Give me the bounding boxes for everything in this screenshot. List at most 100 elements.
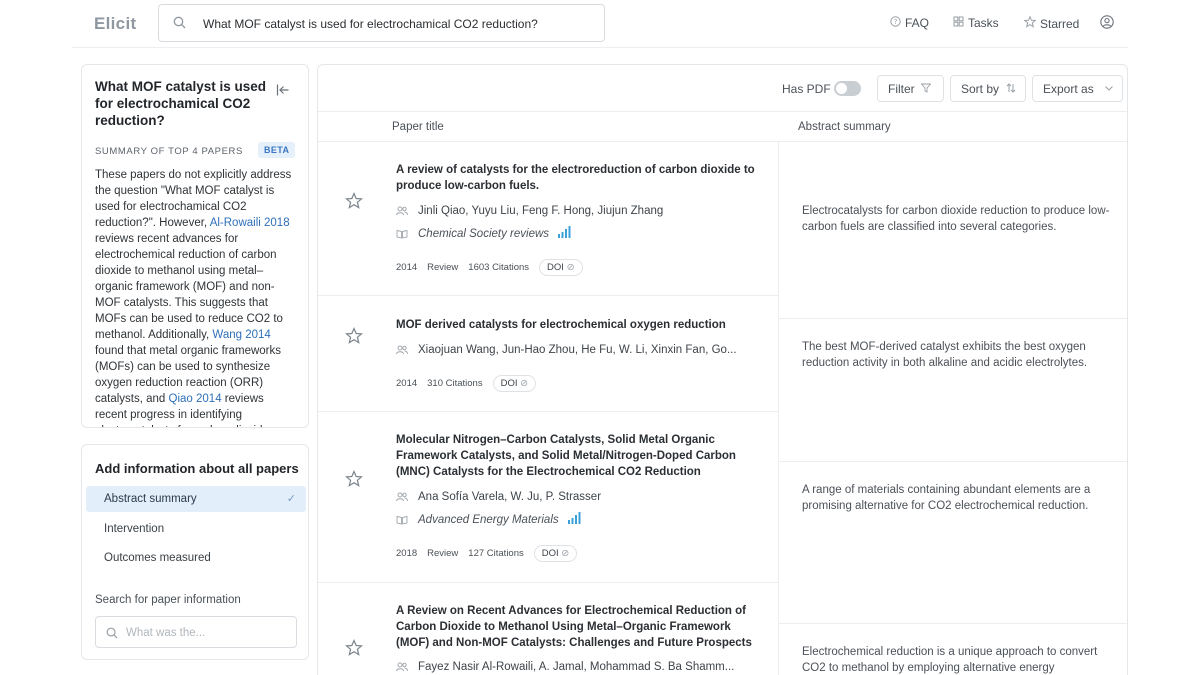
search-icon: [106, 626, 118, 644]
citation-link-wang[interactable]: Wang 2014: [212, 329, 270, 341]
sort-icon: [1003, 83, 1016, 96]
faq-link[interactable]: ? FAQ: [890, 16, 929, 30]
add-info-title: Add information about all papers: [95, 461, 299, 476]
toggle-knob: [836, 83, 847, 94]
abstract-summary-cell: The best MOF-derived catalyst exhibits t…: [802, 341, 1088, 369]
paper-authors: Jinli Qiao, Yuyu Liu, Feng F. Hong, Jiuj…: [396, 205, 663, 217]
paper-year: 2014: [396, 378, 418, 389]
doi-link[interactable]: DOI ⊘: [539, 259, 583, 276]
toolbar-divider: [318, 111, 1127, 112]
check-icon: ✓: [286, 493, 296, 505]
paper-title-link[interactable]: A review of catalysts for the electrored…: [396, 162, 756, 194]
people-icon: [396, 662, 418, 672]
row-divider: [778, 623, 1127, 624]
paper-title-link[interactable]: Molecular Nitrogen–Carbon Catalysts, Sol…: [396, 432, 741, 480]
authors-text: Ana Sofía Varela, W. Ju, P. Strasser: [418, 491, 602, 503]
abstract-summary-cell: Electrochemical reduction is a unique ap…: [802, 646, 1098, 674]
paper-tags: 2018 Review 127 Citations DOI ⊘: [396, 545, 578, 562]
paper-tags: 2014 Review 1603 Citations DOI ⊘: [396, 259, 583, 276]
paper-citations[interactable]: 1603 Citations: [468, 262, 529, 273]
star-paper-button[interactable]: [344, 470, 364, 493]
has-pdf-toggle[interactable]: [834, 81, 861, 96]
book-icon: [396, 229, 418, 239]
column-option-label: Abstract summary: [104, 493, 197, 505]
paper-info-search-box[interactable]: [95, 616, 297, 648]
column-header-paper-title[interactable]: Paper title: [392, 121, 444, 133]
paper-type: Review: [427, 548, 459, 559]
results-panel: Has PDF Filter Sort by Export as Paper t…: [317, 64, 1128, 675]
column-option-label: Outcomes measured: [104, 552, 211, 564]
column-divider: [778, 142, 779, 675]
star-paper-button[interactable]: [344, 639, 364, 662]
header-divider: [318, 141, 1127, 142]
authors-text: Fayez Nasir Al-Rowaili, A. Jamal, Mohamm…: [418, 661, 735, 673]
paper-citations[interactable]: 127 Citations: [468, 548, 523, 559]
bar-chart-icon: [567, 512, 581, 527]
column-option-label: Intervention: [104, 523, 165, 535]
doi-label: DOI: [541, 548, 559, 559]
paper-journal: Advanced Energy Materials: [396, 512, 581, 527]
book-icon: [396, 515, 418, 525]
search-input[interactable]: [203, 14, 593, 34]
search-icon: [173, 16, 186, 34]
link-icon: ⊘: [566, 262, 575, 273]
user-avatar[interactable]: [1100, 15, 1114, 32]
doi-label: DOI: [500, 378, 518, 389]
authors-text: Xiaojuan Wang, Jun-Hao Zhou, He Fu, W. L…: [418, 344, 737, 356]
filter-icon: [919, 83, 932, 96]
paper-tags: 2014 310 Citations DOI ⊘: [396, 375, 537, 392]
help-circle-icon: ?: [890, 16, 901, 30]
column-option-intervention[interactable]: Intervention: [86, 516, 306, 542]
doi-label: DOI: [547, 262, 564, 273]
doi-link[interactable]: DOI ⊘: [533, 545, 578, 562]
star-paper-button[interactable]: [344, 327, 364, 350]
export-as-button[interactable]: Export as: [1032, 75, 1123, 102]
column-option-outcomes-measured[interactable]: Outcomes measured: [86, 545, 306, 571]
journal-text: Advanced Energy Materials: [418, 513, 559, 526]
column-option-abstract-summary[interactable]: Abstract summary ✓: [86, 486, 306, 512]
abstract-summary-cell: A range of materials containing abundant…: [802, 484, 1091, 512]
row-divider: [318, 411, 778, 412]
app-logo[interactable]: Elicit: [94, 14, 136, 34]
summary-panel: What MOF catalyst is used for electrocha…: [81, 64, 309, 428]
filter-button[interactable]: Filter: [877, 75, 944, 102]
paper-type: Review: [427, 262, 459, 273]
collapse-panel-icon[interactable]: [276, 83, 290, 102]
column-header-abstract-summary[interactable]: Abstract summary: [798, 121, 891, 133]
paper-authors: Xiaojuan Wang, Jun-Hao Zhou, He Fu, W. L…: [396, 344, 737, 356]
row-divider: [318, 295, 778, 296]
faq-label: FAQ: [905, 16, 930, 30]
user-circle-icon: [1100, 15, 1114, 32]
sort-by-button[interactable]: Sort by: [950, 75, 1026, 102]
svg-text:?: ?: [894, 18, 898, 26]
bar-chart-icon: [557, 226, 571, 241]
top-bar: Elicit ? FAQ Tasks Starred: [72, 0, 1128, 48]
has-pdf-label: Has PDF: [782, 82, 831, 96]
paper-authors: Fayez Nasir Al-Rowaili, A. Jamal, Mohamm…: [396, 661, 734, 673]
add-info-panel: Add information about all papers Abstrac…: [81, 444, 309, 660]
journal-text: Chemical Society reviews: [418, 227, 550, 240]
starred-link[interactable]: Starred: [1023, 15, 1079, 31]
doi-link[interactable]: DOI ⊘: [492, 375, 537, 392]
paper-title-link[interactable]: MOF derived catalysts for electrochemica…: [396, 317, 756, 333]
citation-link-al-rowaili[interactable]: Al-Rowaili 2018: [210, 217, 290, 229]
sort-by-label: Sort by: [961, 82, 1000, 96]
paper-citations[interactable]: 310 Citations: [427, 378, 482, 389]
people-icon: [396, 345, 418, 355]
row-divider: [778, 318, 1127, 319]
paper-title-link[interactable]: A Review on Recent Advances for Electroc…: [396, 603, 756, 651]
link-icon: ⊘: [520, 378, 529, 389]
grid-icon: [953, 16, 964, 30]
star-paper-button[interactable]: [344, 192, 364, 215]
search-box[interactable]: [158, 4, 605, 42]
chevron-down-icon: [1102, 85, 1115, 96]
citation-link-qiao[interactable]: Qiao 2014: [169, 393, 222, 405]
paper-info-search-input[interactable]: [126, 624, 291, 642]
people-icon: [396, 206, 418, 216]
beta-badge: BETA: [258, 142, 296, 158]
tasks-link[interactable]: Tasks: [953, 16, 999, 30]
paper-authors: Ana Sofía Varela, W. Ju, P. Strasser: [396, 491, 601, 503]
summary-heading: SUMMARY OF TOP 4 PAPERS: [95, 146, 243, 157]
paper-info-search-label: Search for paper information: [95, 594, 241, 606]
paper-year: 2018: [396, 548, 418, 559]
